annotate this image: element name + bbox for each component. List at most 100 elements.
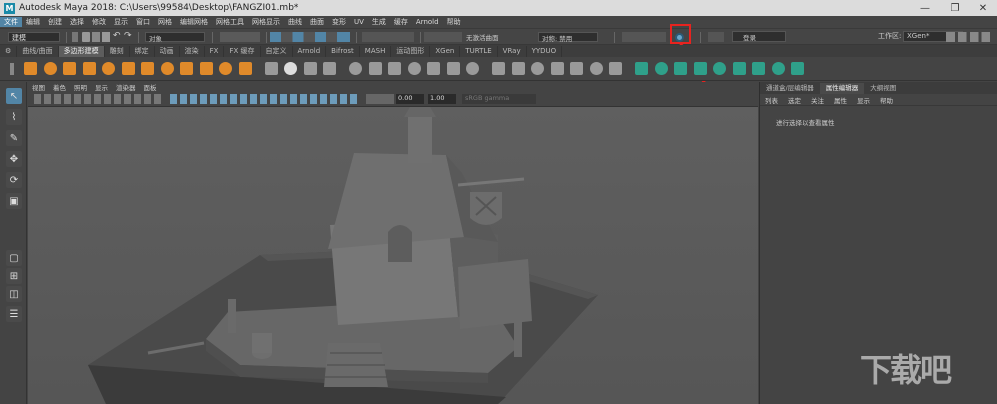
live-surface-icons[interactable] [424, 32, 462, 42]
color-space-select[interactable]: sRGB gamma [462, 94, 536, 104]
3d-viewport[interactable] [28, 107, 758, 404]
panel-menu-item[interactable]: 列表 [760, 95, 783, 105]
boolean-icon[interactable] [388, 62, 401, 75]
snap-tools-icons[interactable] [270, 32, 350, 42]
connect-icon[interactable] [570, 62, 583, 75]
extrude-icon[interactable] [427, 62, 440, 75]
menu-item[interactable]: 变形 [328, 17, 350, 27]
lasso-tool-icon[interactable]: ⌇ [6, 109, 22, 125]
save-scene-icon[interactable] [102, 32, 110, 42]
viewport-menu-item[interactable]: 面板 [140, 82, 161, 92]
component-mask-icons[interactable] [220, 32, 260, 42]
separate-icon[interactable] [349, 62, 362, 75]
shelf-tab[interactable]: VRay [498, 46, 527, 57]
type-icon[interactable] [303, 62, 317, 75]
sculpt-icon[interactable] [791, 62, 804, 75]
camera-tools-icons[interactable] [34, 94, 164, 104]
undo-icon[interactable]: ↶ [113, 31, 121, 41]
shading-tools-icons[interactable] [170, 94, 360, 104]
prism-icon[interactable] [199, 62, 213, 75]
menu-item[interactable]: 创建 [44, 17, 66, 27]
menu-item[interactable]: UV [350, 18, 368, 26]
shelf-tab[interactable]: FX 缓存 [224, 46, 261, 57]
paint-select-icon[interactable]: ✎ [6, 130, 22, 146]
history-icons[interactable] [362, 32, 414, 42]
panel-menu-item[interactable]: 帮助 [875, 95, 898, 105]
close-button[interactable]: ✕ [969, 0, 997, 16]
render-icons[interactable] [622, 32, 666, 42]
uv-editor-icon[interactable] [635, 62, 648, 75]
move-tool-icon[interactable]: ✥ [6, 151, 22, 167]
layout-icon[interactable] [752, 62, 765, 75]
viewport-menu-item[interactable]: 视图 [28, 82, 49, 92]
menu-item[interactable]: 文件 [0, 17, 22, 27]
shelf-tab[interactable]: 运动图形 [391, 46, 431, 57]
menu-item[interactable]: 网格显示 [248, 17, 284, 27]
shelf-tab[interactable]: YYDUO [527, 46, 563, 57]
shelf-tab[interactable]: Bifrost [326, 46, 360, 57]
folder-icon[interactable] [72, 32, 78, 42]
pipe-icon[interactable] [219, 62, 232, 75]
shelf-tab[interactable]: XGen [430, 46, 461, 57]
gamma-field[interactable]: 1.00 [428, 94, 456, 104]
viewport-menu-item[interactable]: 渲染器 [112, 82, 140, 92]
disk-icon[interactable] [141, 62, 154, 75]
viewport-menu-item[interactable]: 照明 [70, 82, 91, 92]
shelf-tab[interactable]: 多边形建模 [58, 46, 105, 57]
four-pane-icon[interactable]: ⊞ [6, 268, 22, 284]
torus-icon[interactable] [102, 62, 115, 75]
collapse-icon[interactable] [589, 62, 603, 75]
bridge-icon[interactable] [446, 62, 460, 75]
menu-item[interactable]: 曲线 [284, 17, 306, 27]
shelf-tab[interactable]: 雕刻 [105, 46, 130, 57]
menu-set-select[interactable]: 建模 [8, 32, 60, 42]
redo-icon[interactable]: ↷ [124, 31, 132, 41]
panel-menu-item[interactable]: 选定 [783, 95, 806, 105]
new-scene-icon[interactable] [82, 32, 90, 42]
menu-item[interactable]: 生成 [368, 17, 390, 27]
auto-uv-icon[interactable] [674, 62, 687, 75]
combine-icon[interactable] [323, 62, 336, 75]
menu-item[interactable]: 编辑网格 [176, 17, 212, 27]
menu-item[interactable]: 曲面 [306, 17, 328, 27]
shelf-tab[interactable]: MASH [360, 46, 392, 57]
single-pane-icon[interactable]: ▢ [6, 250, 22, 266]
pyramid-icon[interactable] [180, 62, 193, 75]
shelf-tab[interactable]: TURTLE [460, 46, 498, 57]
menu-item[interactable]: 选择 [66, 17, 88, 27]
two-pane-icon[interactable]: ◫ [6, 286, 22, 302]
quad-draw-icon[interactable] [609, 62, 622, 75]
shelf-tab[interactable]: FX [205, 46, 225, 57]
selection-mode-select[interactable]: 对象 [145, 32, 205, 43]
menu-item[interactable]: 显示 [110, 17, 132, 27]
checker-icon[interactable] [771, 62, 785, 75]
shelf-settings-icon[interactable]: ⚙ [0, 46, 18, 57]
shelf-tab[interactable]: Arnold [293, 46, 327, 57]
helix-icon[interactable] [238, 62, 252, 75]
append-icon[interactable] [511, 62, 525, 75]
shelf-tab[interactable]: 绑定 [130, 46, 155, 57]
shelf-options-icon[interactable] [10, 63, 14, 75]
menu-item[interactable]: 缓存 [390, 17, 412, 27]
shelf-tab[interactable]: 自定义 [261, 46, 293, 57]
scale-tool-icon[interactable]: ▣ [6, 193, 22, 209]
select-tool-icon[interactable]: ↖ [6, 88, 22, 104]
panel-menu-item[interactable]: 属性 [829, 95, 852, 105]
shelf-tab[interactable]: 动画 [155, 46, 180, 57]
layout-toggle-icons[interactable] [946, 32, 990, 42]
symmetry-select[interactable]: 对称: 禁用 [538, 32, 598, 43]
svg-icon[interactable] [284, 62, 297, 75]
sew-uv-icon[interactable] [713, 62, 726, 75]
outliner-pane-icon[interactable]: ☰ [6, 306, 22, 322]
minimize-button[interactable]: — [911, 0, 939, 16]
panel-menu-item[interactable]: 显示 [852, 95, 875, 105]
panel-tab[interactable]: 大纲视图 [864, 83, 902, 94]
shelf-tab[interactable]: 曲线/曲面 [17, 46, 59, 57]
bevel-icon[interactable] [466, 62, 479, 75]
target-weld-icon[interactable] [550, 62, 564, 75]
open-scene-icon[interactable] [92, 32, 100, 42]
plane-icon[interactable] [121, 62, 135, 75]
menu-item[interactable]: 网格 [154, 17, 176, 27]
sphere-icon[interactable] [24, 62, 37, 75]
maximize-button[interactable]: ❐ [941, 0, 969, 16]
